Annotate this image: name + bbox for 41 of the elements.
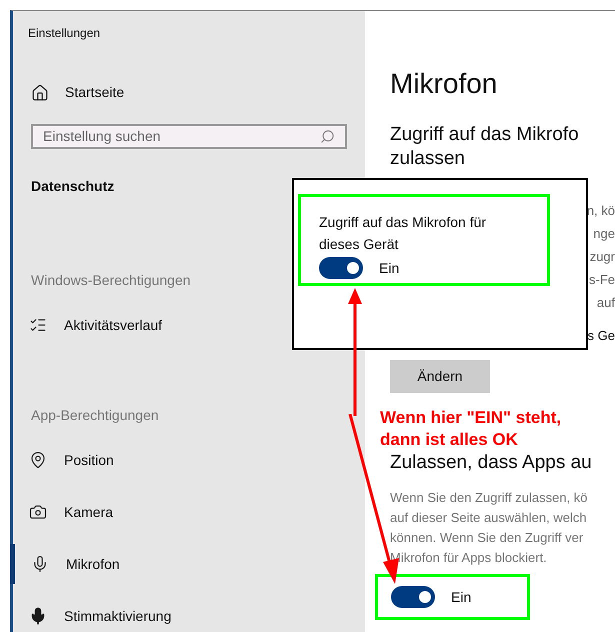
home-icon bbox=[31, 84, 49, 102]
sidebar-item[interactable]: Position bbox=[13, 440, 263, 480]
description-fragment: s-Fe bbox=[589, 271, 615, 289]
description-line: auf dieser Seite auswählen, welch bbox=[390, 509, 588, 527]
location-pin-icon bbox=[29, 451, 47, 469]
setting-label: Zugriff auf das Mikrofon für dieses Gerät bbox=[319, 213, 488, 254]
search-icon bbox=[320, 129, 335, 144]
toggle-switch[interactable] bbox=[391, 586, 435, 608]
group-heading: Windows-Berechtigungen bbox=[31, 271, 191, 290]
description-fragment: s Ge bbox=[588, 327, 615, 345]
toggle-switch[interactable] bbox=[319, 257, 363, 279]
annotation-text: Wenn hier "EIN" steht, bbox=[380, 407, 562, 429]
activity-list-icon bbox=[29, 316, 47, 334]
sidebar-item[interactable]: Stimmaktivierung bbox=[13, 596, 263, 632]
microphone-icon bbox=[31, 555, 49, 573]
description-fragment: auf bbox=[596, 294, 615, 312]
description-fragment: nge bbox=[593, 225, 615, 243]
group-heading: App-Berechtigungen bbox=[31, 406, 159, 425]
sidebar-item[interactable]: Kamera bbox=[13, 492, 263, 532]
home-link[interactable]: Startseite bbox=[13, 82, 365, 103]
section-heading: zulassen bbox=[390, 147, 465, 171]
description-fragment: n, kö bbox=[586, 202, 615, 220]
toggle-label: Ein bbox=[451, 588, 472, 606]
microphone-icon bbox=[29, 607, 47, 625]
search-field[interactable]: Einstellung suchen bbox=[31, 124, 347, 149]
search-input[interactable]: Einstellung suchen bbox=[43, 126, 320, 147]
sidebar-item[interactable]: Mikrofon bbox=[10, 544, 260, 584]
annotation-text: dann ist alles OK bbox=[380, 429, 519, 451]
section-heading: Zulassen, dass Apps au bbox=[390, 451, 593, 475]
camera-icon bbox=[29, 503, 47, 521]
page-title: Mikrofon bbox=[390, 67, 498, 101]
window-title: Einstellungen bbox=[27, 25, 102, 42]
sidebar-item[interactable]: Aktivitätsverlauf bbox=[13, 305, 263, 345]
section-heading: Zugriff auf das Mikrofo bbox=[390, 123, 580, 147]
section-title: Datenschutz bbox=[30, 177, 116, 196]
change-button[interactable]: Ändern bbox=[390, 360, 490, 393]
description-line: Mikrofon für Apps blockiert. bbox=[390, 549, 548, 567]
description-line: können. Wenn Sie den Zugriff ver bbox=[390, 529, 584, 547]
description-fragment: zugr bbox=[590, 248, 615, 266]
description-line: Wenn Sie den Zugriff zulassen, kö bbox=[390, 489, 589, 507]
toggle-label: Ein bbox=[379, 258, 400, 278]
